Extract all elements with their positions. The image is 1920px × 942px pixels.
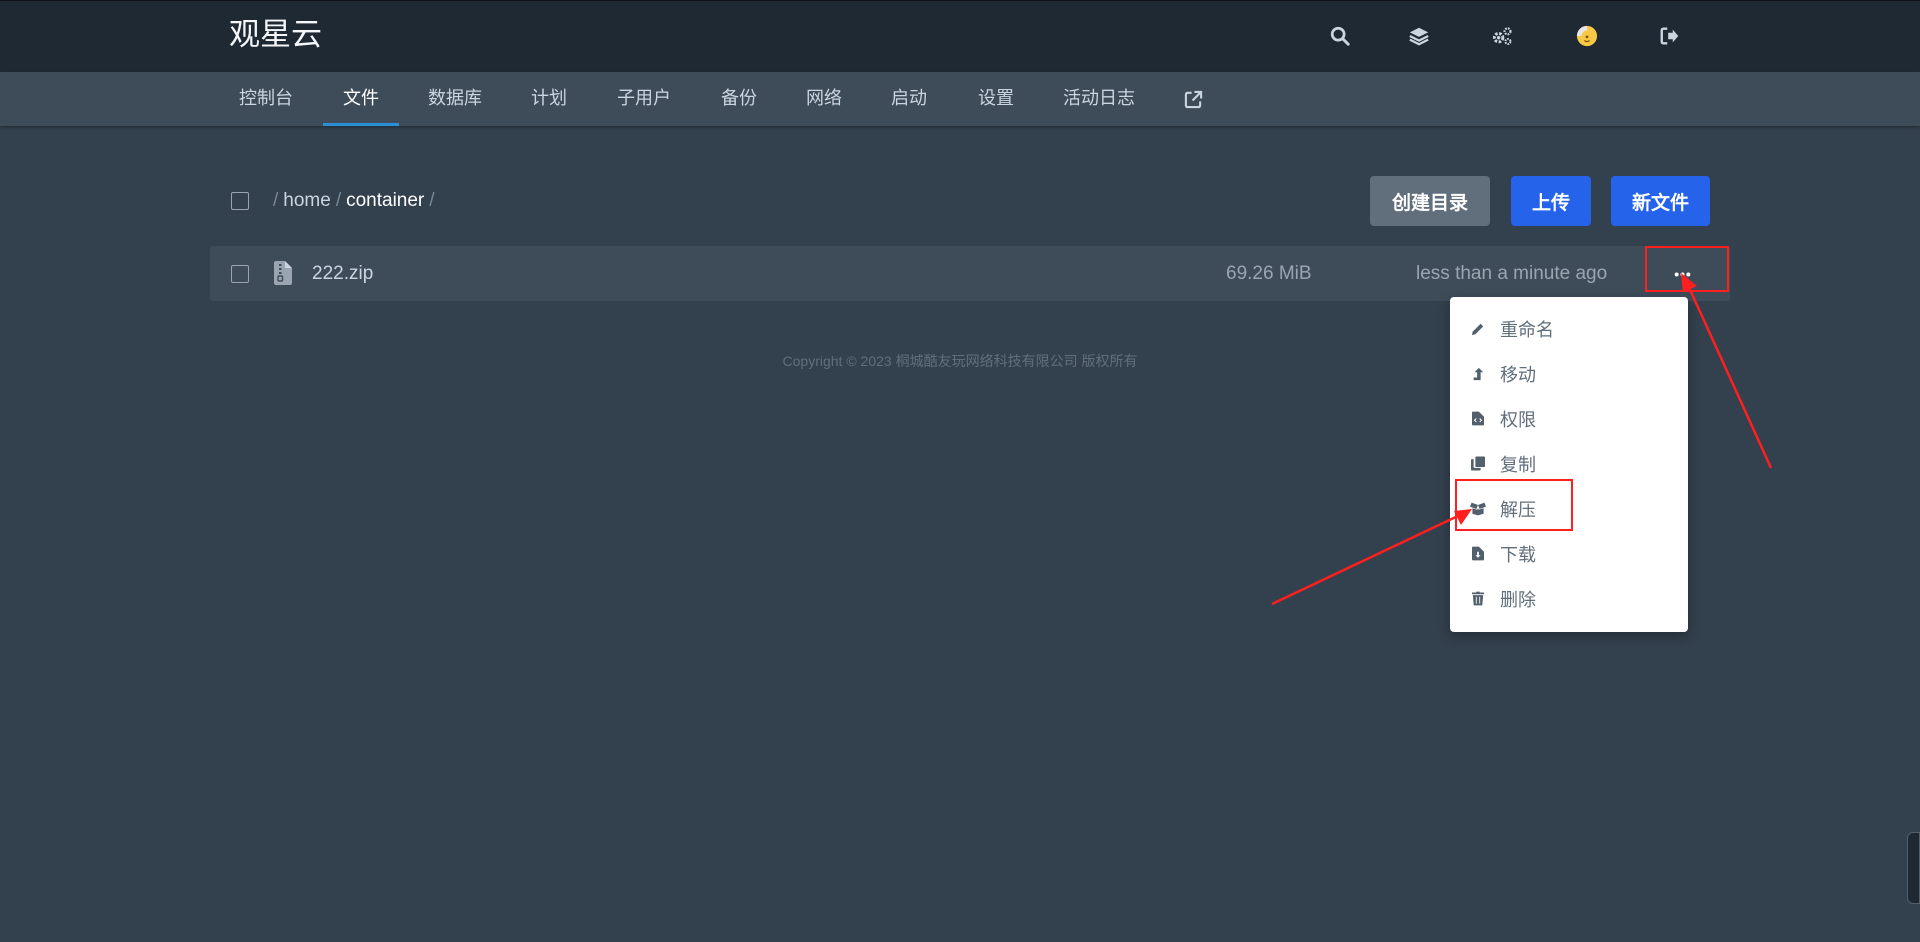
menu-item-copy[interactable]: 复制	[1450, 441, 1688, 486]
level-up-icon	[1470, 366, 1486, 382]
tab-network[interactable]: 网络	[806, 72, 842, 126]
more-options-button[interactable]	[1660, 263, 1704, 285]
logout-icon[interactable]	[1654, 20, 1686, 52]
tab-files[interactable]: 文件	[343, 72, 379, 126]
external-link-icon[interactable]	[1184, 72, 1204, 126]
tab-schedules[interactable]: 计划	[531, 72, 567, 126]
search-icon[interactable]	[1324, 20, 1356, 52]
breadcrumb-container[interactable]: container	[346, 190, 424, 211]
active-tab-indicator	[323, 123, 399, 126]
cogs-icon[interactable]	[1486, 20, 1518, 52]
side-widget[interactable]	[1907, 832, 1920, 904]
menu-item-download[interactable]: 下载	[1450, 531, 1688, 576]
tab-databases[interactable]: 数据库	[428, 72, 482, 126]
upload-button[interactable]: 上传	[1511, 176, 1591, 226]
menu-item-move[interactable]: 移动	[1450, 351, 1688, 396]
trash-icon	[1470, 591, 1486, 607]
tab-startup[interactable]: 启动	[891, 72, 927, 126]
file-code-icon	[1470, 411, 1486, 427]
box-open-icon	[1470, 501, 1486, 517]
avatar[interactable]	[1571, 20, 1603, 52]
tab-subusers[interactable]: 子用户	[617, 72, 671, 126]
context-menu: 重命名 移动 权限 复制 解压 下载 删除	[1450, 297, 1688, 632]
breadcrumb-home[interactable]: home	[283, 190, 331, 211]
file-select-checkbox[interactable]	[231, 265, 249, 283]
tab-activity-log[interactable]: 活动日志	[1063, 72, 1135, 126]
menu-item-delete[interactable]: 删除	[1450, 576, 1688, 621]
menu-item-permissions[interactable]: 权限	[1450, 396, 1688, 441]
file-archive-icon	[274, 261, 292, 285]
pencil-icon	[1470, 321, 1486, 337]
copyright: Copyright © 2023 桐城酷友玩网络科技有限公司 版权所有	[782, 353, 1138, 369]
file-modified: less than a minute ago	[1416, 263, 1608, 284]
copy-icon	[1470, 456, 1486, 472]
breadcrumb-root[interactable]: /	[268, 190, 283, 211]
menu-item-rename[interactable]: 重命名	[1450, 306, 1688, 351]
breadcrumb: / home / container /	[268, 186, 440, 216]
file-size: 69.26 MiB	[1226, 263, 1312, 284]
file-name[interactable]: 222.zip	[312, 262, 373, 286]
menu-item-decompress[interactable]: 解压	[1450, 486, 1688, 531]
tab-backups[interactable]: 备份	[721, 72, 757, 126]
new-file-button[interactable]: 新文件	[1611, 176, 1710, 226]
app-title[interactable]: 观星云	[229, 15, 322, 55]
layers-icon[interactable]	[1403, 20, 1435, 52]
tab-console[interactable]: 控制台	[239, 72, 293, 126]
tab-settings[interactable]: 设置	[978, 72, 1014, 126]
file-download-icon	[1470, 546, 1486, 562]
create-directory-button[interactable]: 创建目录	[1370, 176, 1490, 226]
select-all-checkbox[interactable]	[231, 192, 249, 210]
